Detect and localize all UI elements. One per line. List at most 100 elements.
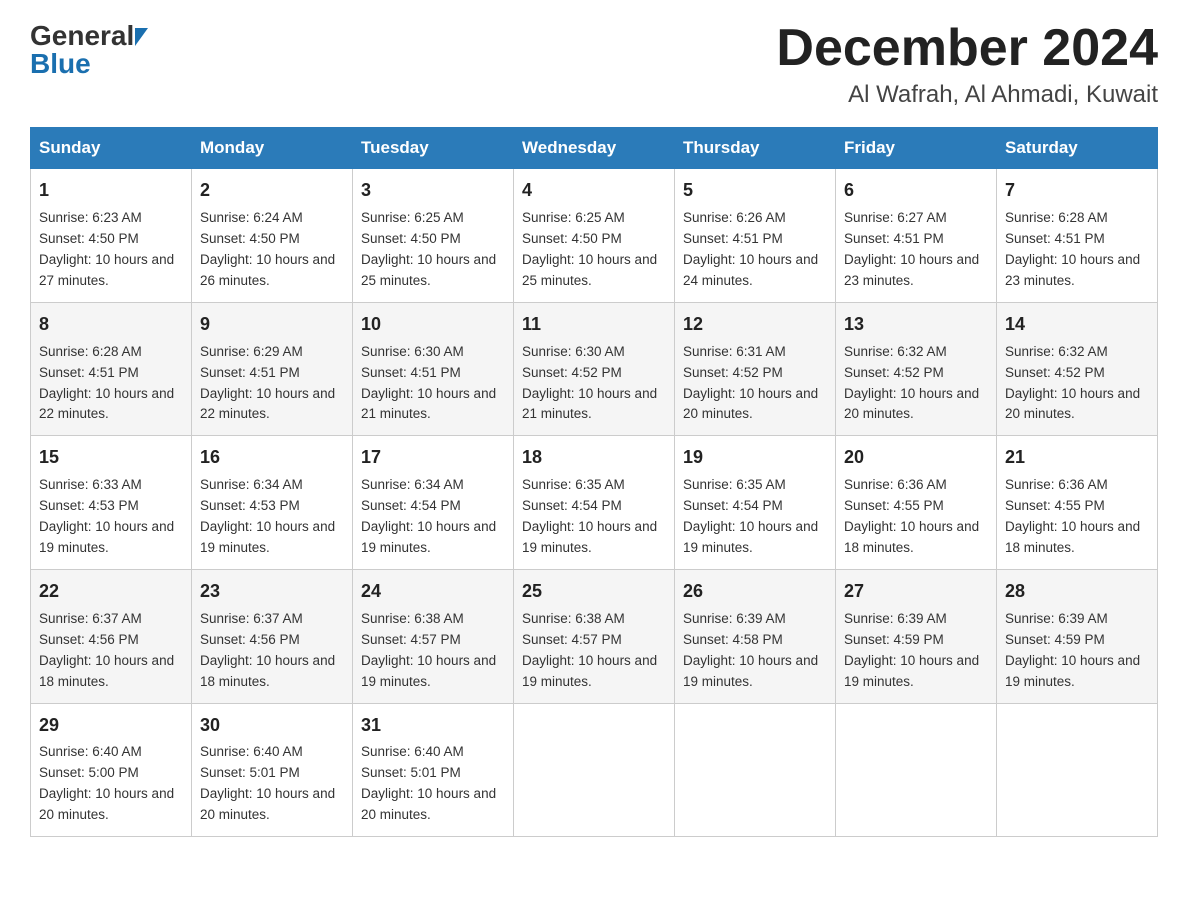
table-row	[997, 703, 1158, 837]
sunrise-label: Sunrise: 6:39 AM	[683, 611, 786, 626]
sunset-label: Sunset: 5:01 PM	[361, 765, 461, 780]
table-row: 14 Sunrise: 6:32 AM Sunset: 4:52 PM Dayl…	[997, 302, 1158, 436]
col-monday: Monday	[192, 128, 353, 169]
sunrise-label: Sunrise: 6:39 AM	[1005, 611, 1108, 626]
table-row: 9 Sunrise: 6:29 AM Sunset: 4:51 PM Dayli…	[192, 302, 353, 436]
table-row: 5 Sunrise: 6:26 AM Sunset: 4:51 PM Dayli…	[675, 169, 836, 303]
sunset-label: Sunset: 4:59 PM	[844, 632, 944, 647]
day-number: 3	[361, 177, 505, 205]
daylight-label: Daylight: 10 hours and 21 minutes.	[361, 386, 496, 422]
table-row: 4 Sunrise: 6:25 AM Sunset: 4:50 PM Dayli…	[514, 169, 675, 303]
daylight-label: Daylight: 10 hours and 20 minutes.	[200, 786, 335, 822]
table-row: 18 Sunrise: 6:35 AM Sunset: 4:54 PM Dayl…	[514, 436, 675, 570]
sunset-label: Sunset: 4:54 PM	[522, 498, 622, 513]
table-row: 2 Sunrise: 6:24 AM Sunset: 4:50 PM Dayli…	[192, 169, 353, 303]
col-wednesday: Wednesday	[514, 128, 675, 169]
sunset-label: Sunset: 4:56 PM	[39, 632, 139, 647]
daylight-label: Daylight: 10 hours and 20 minutes.	[361, 786, 496, 822]
table-row: 28 Sunrise: 6:39 AM Sunset: 4:59 PM Dayl…	[997, 569, 1158, 703]
sunrise-label: Sunrise: 6:34 AM	[200, 477, 303, 492]
table-row: 7 Sunrise: 6:28 AM Sunset: 4:51 PM Dayli…	[997, 169, 1158, 303]
sunrise-label: Sunrise: 6:34 AM	[361, 477, 464, 492]
daylight-label: Daylight: 10 hours and 21 minutes.	[522, 386, 657, 422]
sunset-label: Sunset: 4:50 PM	[39, 231, 139, 246]
table-row: 1 Sunrise: 6:23 AM Sunset: 4:50 PM Dayli…	[31, 169, 192, 303]
sunset-label: Sunset: 4:50 PM	[522, 231, 622, 246]
sunrise-label: Sunrise: 6:29 AM	[200, 344, 303, 359]
table-row: 23 Sunrise: 6:37 AM Sunset: 4:56 PM Dayl…	[192, 569, 353, 703]
day-number: 16	[200, 444, 344, 472]
logo: General Blue	[30, 20, 148, 80]
sunrise-label: Sunrise: 6:25 AM	[361, 210, 464, 225]
calendar-week-row: 15 Sunrise: 6:33 AM Sunset: 4:53 PM Dayl…	[31, 436, 1158, 570]
sunset-label: Sunset: 5:01 PM	[200, 765, 300, 780]
sunset-label: Sunset: 4:56 PM	[200, 632, 300, 647]
title-section: December 2024 Al Wafrah, Al Ahmadi, Kuwa…	[776, 20, 1158, 109]
table-row: 22 Sunrise: 6:37 AM Sunset: 4:56 PM Dayl…	[31, 569, 192, 703]
calendar-week-row: 29 Sunrise: 6:40 AM Sunset: 5:00 PM Dayl…	[31, 703, 1158, 837]
table-row	[836, 703, 997, 837]
sunrise-label: Sunrise: 6:37 AM	[39, 611, 142, 626]
day-number: 14	[1005, 311, 1149, 339]
sunset-label: Sunset: 4:53 PM	[39, 498, 139, 513]
sunrise-label: Sunrise: 6:40 AM	[361, 744, 464, 759]
daylight-label: Daylight: 10 hours and 18 minutes.	[200, 653, 335, 689]
day-number: 6	[844, 177, 988, 205]
sunrise-label: Sunrise: 6:23 AM	[39, 210, 142, 225]
sunset-label: Sunset: 4:51 PM	[1005, 231, 1105, 246]
table-row: 25 Sunrise: 6:38 AM Sunset: 4:57 PM Dayl…	[514, 569, 675, 703]
day-number: 20	[844, 444, 988, 472]
calendar-header-row: Sunday Monday Tuesday Wednesday Thursday…	[31, 128, 1158, 169]
day-number: 25	[522, 578, 666, 606]
page-header: General Blue December 2024 Al Wafrah, Al…	[30, 20, 1158, 109]
calendar-week-row: 8 Sunrise: 6:28 AM Sunset: 4:51 PM Dayli…	[31, 302, 1158, 436]
day-number: 7	[1005, 177, 1149, 205]
sunrise-label: Sunrise: 6:40 AM	[200, 744, 303, 759]
sunset-label: Sunset: 4:55 PM	[1005, 498, 1105, 513]
day-number: 11	[522, 311, 666, 339]
day-number: 26	[683, 578, 827, 606]
day-number: 27	[844, 578, 988, 606]
daylight-label: Daylight: 10 hours and 23 minutes.	[844, 252, 979, 288]
daylight-label: Daylight: 10 hours and 18 minutes.	[39, 653, 174, 689]
table-row: 16 Sunrise: 6:34 AM Sunset: 4:53 PM Dayl…	[192, 436, 353, 570]
sunrise-label: Sunrise: 6:28 AM	[1005, 210, 1108, 225]
day-number: 18	[522, 444, 666, 472]
table-row: 19 Sunrise: 6:35 AM Sunset: 4:54 PM Dayl…	[675, 436, 836, 570]
day-number: 9	[200, 311, 344, 339]
daylight-label: Daylight: 10 hours and 20 minutes.	[39, 786, 174, 822]
daylight-label: Daylight: 10 hours and 19 minutes.	[200, 519, 335, 555]
sunset-label: Sunset: 4:52 PM	[844, 365, 944, 380]
table-row: 17 Sunrise: 6:34 AM Sunset: 4:54 PM Dayl…	[353, 436, 514, 570]
calendar-table: Sunday Monday Tuesday Wednesday Thursday…	[30, 127, 1158, 837]
sunrise-label: Sunrise: 6:27 AM	[844, 210, 947, 225]
calendar-week-row: 22 Sunrise: 6:37 AM Sunset: 4:56 PM Dayl…	[31, 569, 1158, 703]
table-row: 8 Sunrise: 6:28 AM Sunset: 4:51 PM Dayli…	[31, 302, 192, 436]
daylight-label: Daylight: 10 hours and 19 minutes.	[1005, 653, 1140, 689]
daylight-label: Daylight: 10 hours and 25 minutes.	[522, 252, 657, 288]
sunset-label: Sunset: 4:55 PM	[844, 498, 944, 513]
sunset-label: Sunset: 4:58 PM	[683, 632, 783, 647]
table-row: 21 Sunrise: 6:36 AM Sunset: 4:55 PM Dayl…	[997, 436, 1158, 570]
sunset-label: Sunset: 4:51 PM	[361, 365, 461, 380]
table-row	[514, 703, 675, 837]
table-row: 15 Sunrise: 6:33 AM Sunset: 4:53 PM Dayl…	[31, 436, 192, 570]
day-number: 10	[361, 311, 505, 339]
sunset-label: Sunset: 4:52 PM	[522, 365, 622, 380]
sunrise-label: Sunrise: 6:40 AM	[39, 744, 142, 759]
sunset-label: Sunset: 4:53 PM	[200, 498, 300, 513]
sunrise-label: Sunrise: 6:25 AM	[522, 210, 625, 225]
sunrise-label: Sunrise: 6:36 AM	[1005, 477, 1108, 492]
daylight-label: Daylight: 10 hours and 22 minutes.	[39, 386, 174, 422]
sunset-label: Sunset: 4:52 PM	[1005, 365, 1105, 380]
col-saturday: Saturday	[997, 128, 1158, 169]
sunrise-label: Sunrise: 6:31 AM	[683, 344, 786, 359]
day-number: 4	[522, 177, 666, 205]
sunrise-label: Sunrise: 6:24 AM	[200, 210, 303, 225]
daylight-label: Daylight: 10 hours and 22 minutes.	[200, 386, 335, 422]
daylight-label: Daylight: 10 hours and 27 minutes.	[39, 252, 174, 288]
sunrise-label: Sunrise: 6:32 AM	[1005, 344, 1108, 359]
daylight-label: Daylight: 10 hours and 19 minutes.	[522, 519, 657, 555]
table-row: 20 Sunrise: 6:36 AM Sunset: 4:55 PM Dayl…	[836, 436, 997, 570]
col-tuesday: Tuesday	[353, 128, 514, 169]
